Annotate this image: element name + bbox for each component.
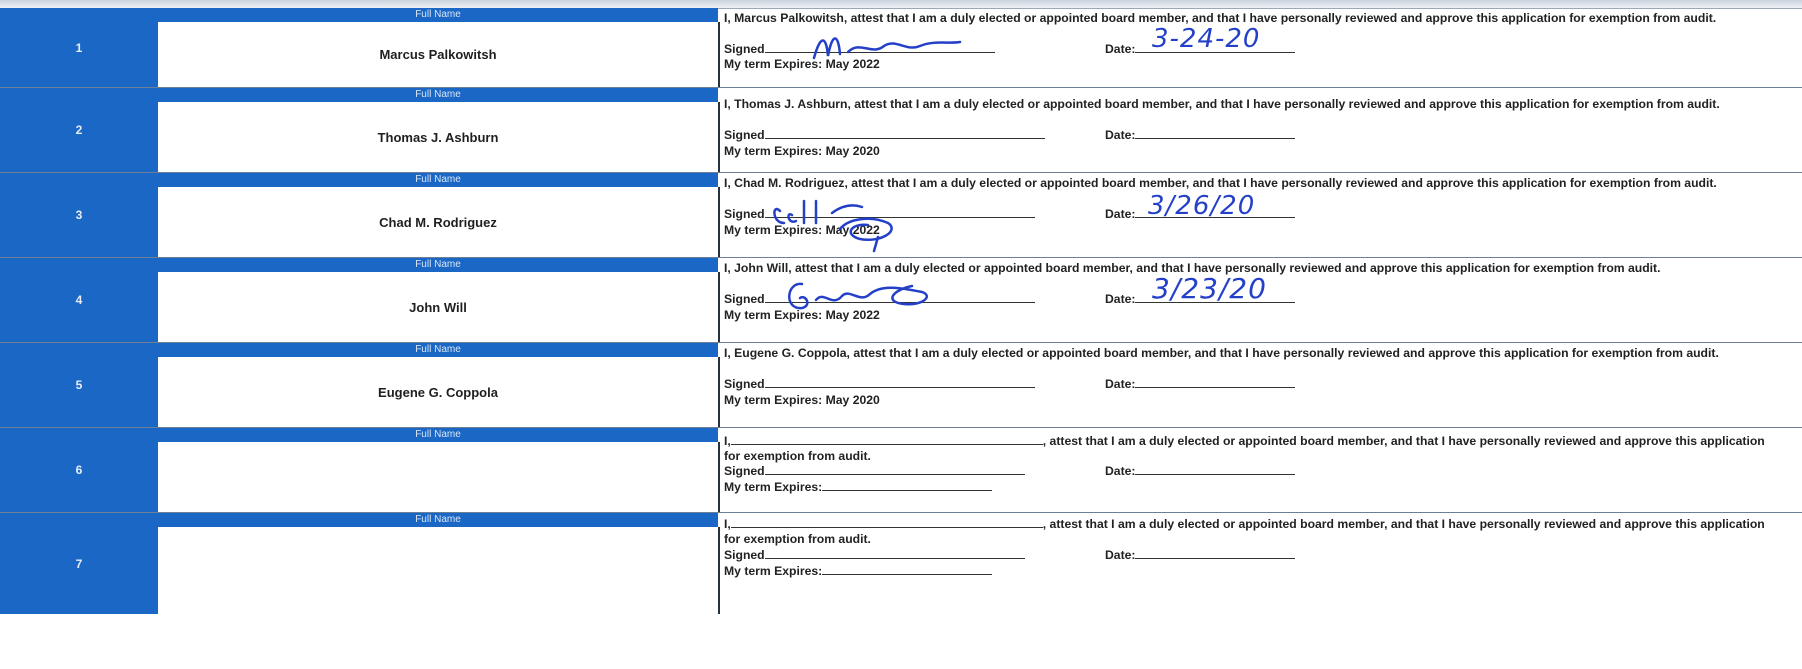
- board-member-row-5: 5 Full Name Eugene G. Coppola I, Eugene …: [0, 343, 1802, 428]
- date-blank[interactable]: [1135, 474, 1296, 475]
- date-label: Date:: [1105, 292, 1136, 306]
- board-member-row-2: 2 Full Name Thomas J. Ashburn I, Thomas …: [0, 88, 1802, 173]
- row-number: 2: [0, 88, 159, 172]
- term-blank[interactable]: [822, 490, 993, 491]
- date-label: Date:: [1105, 377, 1136, 391]
- attestation-text: I,, attest that I am a duly elected or a…: [724, 517, 1772, 546]
- board-member-row-6: 6 Full Name I,, attest that I am a duly …: [0, 428, 1802, 513]
- date-line: Date:: [1105, 464, 1296, 479]
- attestation-suffix: , attest that I am a duly elected or app…: [724, 434, 1765, 463]
- name-blank[interactable]: [730, 527, 1043, 528]
- signed-label: Signed: [724, 207, 765, 221]
- term-expires: My term Expires: May 2020: [724, 144, 880, 158]
- signed-line: Signed: [724, 377, 1035, 392]
- attestation-block: I, Eugene G. Coppola, attest that I am a…: [720, 343, 1792, 427]
- signed-label: Signed: [724, 464, 765, 478]
- term-expires-line: My term Expires:: [724, 564, 993, 579]
- full-name-header: Full Name: [158, 8, 718, 22]
- member-name: Eugene G. Coppola: [158, 357, 720, 427]
- member-name: John Will: [158, 272, 720, 342]
- row-number: 5: [0, 343, 159, 427]
- full-name-header: Full Name: [158, 258, 718, 272]
- handwritten-signature: [788, 282, 929, 310]
- board-member-row-3: 3 Full Name Chad M. Rodriguez I, Chad M.…: [0, 173, 1802, 258]
- member-name: Marcus Palkowitsh: [158, 22, 720, 87]
- term-label: My term Expires:: [724, 480, 823, 494]
- handwritten-date: 3/23/20: [1152, 272, 1267, 305]
- handwritten-signature: [773, 199, 893, 253]
- row-number: 1: [0, 8, 159, 87]
- signature-blank[interactable]: [764, 138, 1045, 139]
- attestation-prefix: I,: [724, 434, 731, 448]
- signed-line: Signed: [724, 548, 1025, 563]
- signed-line: Signed: [724, 464, 1025, 479]
- row-number: 4: [0, 258, 159, 342]
- row-number: 3: [0, 173, 159, 257]
- member-name: [158, 527, 720, 614]
- signed-label: Signed: [724, 42, 765, 56]
- date-line: Date:: [1105, 128, 1296, 143]
- signed-label: Signed: [724, 377, 765, 391]
- attestation-text: I, Eugene G. Coppola, attest that I am a…: [724, 346, 1719, 360]
- signature-blank[interactable]: [764, 558, 1025, 559]
- signed-label: Signed: [724, 548, 765, 562]
- attestation-block: I,, attest that I am a duly elected or a…: [720, 428, 1792, 512]
- date-label: Date:: [1105, 548, 1136, 562]
- full-name-header: Full Name: [158, 343, 718, 357]
- board-member-row-1: 1 Full Name Marcus Palkowitsh I, Marcus …: [0, 8, 1802, 88]
- term-label: My term Expires:: [724, 564, 823, 578]
- attestation-text: I, Thomas J. Ashburn, attest that I am a…: [724, 97, 1720, 111]
- handwritten-date: 3/26/20: [1148, 191, 1256, 221]
- name-blank[interactable]: [730, 444, 1043, 445]
- attestation-text: I, Chad M. Rodriguez, attest that I am a…: [724, 176, 1717, 190]
- full-name-header: Full Name: [158, 88, 718, 102]
- date-label: Date:: [1105, 42, 1136, 56]
- date-label: Date:: [1105, 128, 1136, 142]
- date-label: Date:: [1105, 464, 1136, 478]
- attestation-suffix: , attest that I am a duly elected or app…: [724, 517, 1765, 546]
- term-expires-line: My term Expires:: [724, 480, 993, 495]
- signature-blank[interactable]: [764, 387, 1035, 388]
- term-expires: My term Expires: May 2020: [724, 393, 880, 407]
- attestation-prefix: I,: [724, 517, 731, 531]
- board-member-row-7: 7 Full Name I,, attest that I am a duly …: [0, 513, 1802, 668]
- date-label: Date:: [1105, 207, 1136, 221]
- attestation-block: I, John Will, attest that I am a duly el…: [720, 258, 1792, 342]
- full-name-header: Full Name: [158, 173, 718, 187]
- member-name: [158, 442, 720, 512]
- row-number: 6: [0, 428, 159, 512]
- attestation-block: I, Marcus Palkowitsh, attest that I am a…: [720, 8, 1792, 87]
- date-line: Date:: [1105, 377, 1296, 392]
- attestation-block: I, Thomas J. Ashburn, attest that I am a…: [720, 88, 1792, 172]
- date-line: Date:: [1105, 548, 1296, 563]
- board-member-row-4: 4 Full Name John Will I, John Will, atte…: [0, 258, 1802, 343]
- full-name-header: Full Name: [158, 428, 718, 442]
- row-number: 7: [0, 513, 159, 614]
- signature-blank[interactable]: [764, 474, 1025, 475]
- attestation-text: I,, attest that I am a duly elected or a…: [724, 434, 1772, 463]
- signed-label: Signed: [724, 292, 765, 306]
- term-blank[interactable]: [822, 574, 993, 575]
- attestation-block: I,, attest that I am a duly elected or a…: [720, 513, 1792, 614]
- date-blank[interactable]: [1135, 138, 1296, 139]
- full-name-header: Full Name: [158, 513, 718, 527]
- signed-line: Signed: [724, 128, 1045, 143]
- member-name: Thomas J. Ashburn: [158, 102, 720, 172]
- date-blank[interactable]: [1135, 387, 1296, 388]
- date-blank[interactable]: [1135, 558, 1296, 559]
- handwritten-signature: [812, 37, 962, 60]
- attestation-block: I, Chad M. Rodriguez, attest that I am a…: [720, 173, 1792, 257]
- signed-label: Signed: [724, 128, 765, 142]
- handwritten-date: 3-24-20: [1152, 24, 1261, 54]
- member-name: Chad M. Rodriguez: [158, 187, 720, 257]
